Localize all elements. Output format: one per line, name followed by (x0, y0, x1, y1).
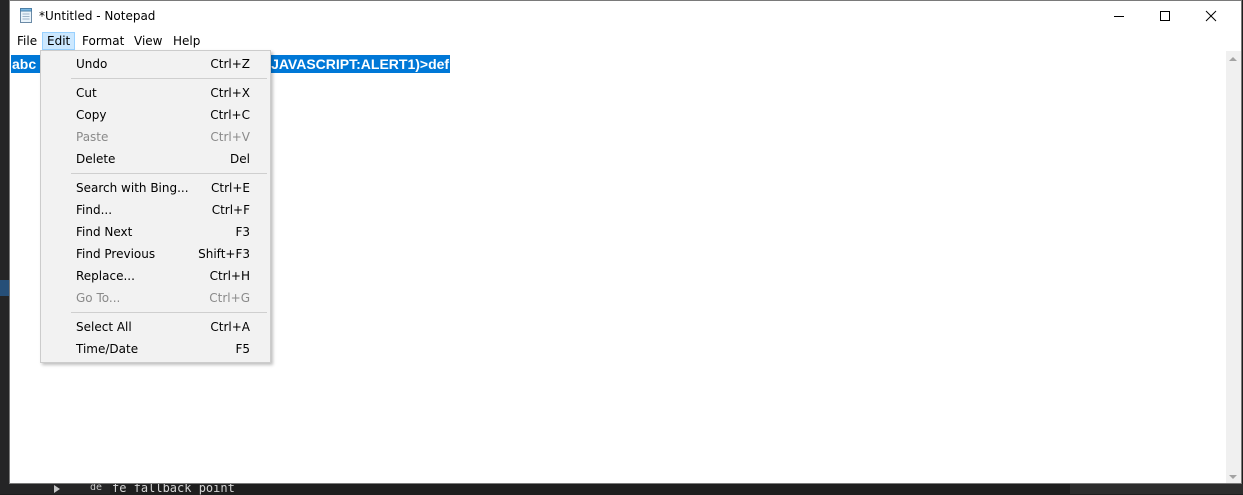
close-button[interactable] (1188, 1, 1234, 31)
menu-item-label: Find... (76, 203, 113, 217)
menu-item-shortcut: Ctrl+A (210, 320, 250, 334)
menu-item-label: Find Previous (76, 247, 156, 261)
menu-item-label: Go To... (76, 291, 121, 305)
menu-item-copy[interactable]: Copy Ctrl+C (42, 104, 269, 126)
window-title: *Untitled - Notepad (39, 9, 156, 23)
menu-item-paste: Paste Ctrl+V (42, 126, 269, 148)
menu-item-delete[interactable]: Delete Del (42, 148, 269, 170)
menu-format[interactable]: Format (77, 32, 129, 50)
menu-item-label: Copy (76, 108, 107, 122)
menu-item-shortcut: Ctrl+G (209, 291, 250, 305)
menu-item-replace[interactable]: Replace... Ctrl+H (42, 265, 269, 287)
menu-item-label: Time/Date (76, 342, 139, 356)
menu-item-find-next[interactable]: Find Next F3 (42, 221, 269, 243)
menu-item-shortcut: F3 (235, 225, 250, 239)
menu-item-label: Search with Bing... (76, 181, 189, 195)
close-icon (1205, 10, 1217, 22)
menu-item-shortcut: Ctrl+C (210, 108, 250, 122)
menu-item-search-with-bing[interactable]: Search with Bing... Ctrl+E (42, 177, 269, 199)
menu-item-shortcut: Del (230, 152, 250, 166)
menu-edit[interactable]: Edit (42, 32, 76, 50)
background-editor-gutter (0, 0, 9, 494)
scroll-up-icon[interactable] (1229, 57, 1237, 61)
menu-separator (71, 312, 267, 313)
menu-item-label: Paste (76, 130, 109, 144)
title-bar[interactable]: *Untitled - Notepad (10, 1, 1241, 31)
menu-item-shortcut: Ctrl+H (209, 269, 250, 283)
notepad-icon (20, 8, 32, 23)
menu-item-shortcut: Ctrl+V (210, 130, 250, 144)
vertical-scrollbar[interactable] (1226, 51, 1241, 483)
menu-item-label: Cut (76, 86, 97, 100)
background-selection-marker (0, 280, 9, 296)
menu-item-shortcut: Ctrl+F (211, 203, 250, 217)
menu-item-cut[interactable]: Cut Ctrl+X (42, 82, 269, 104)
menu-item-undo[interactable]: Undo Ctrl+Z (42, 53, 269, 75)
background-editor-line: de fe fallback point (0, 481, 1243, 495)
menu-item-shortcut: Shift+F3 (198, 247, 250, 261)
scroll-down-icon[interactable] (1229, 475, 1237, 479)
menu-bar: File Edit Format View Help (10, 31, 1241, 51)
menu-view[interactable]: View (129, 32, 167, 50)
minimize-icon (1114, 16, 1124, 17)
menu-item-shortcut: F5 (235, 342, 250, 356)
menu-item-time-date[interactable]: Time/Date F5 (42, 338, 269, 360)
menu-item-shortcut: Ctrl+X (210, 86, 250, 100)
menu-item-find[interactable]: Find... Ctrl+F (42, 199, 269, 221)
menu-item-label: Find Next (76, 225, 133, 239)
maximize-icon (1160, 11, 1170, 21)
menu-item-label: Select All (76, 320, 132, 334)
minimize-button[interactable] (1096, 1, 1142, 31)
menu-item-label: Delete (76, 152, 116, 166)
expand-arrow-icon[interactable] (54, 485, 60, 493)
menu-item-select-all[interactable]: Select All Ctrl+A (42, 316, 269, 338)
menu-separator (71, 173, 267, 174)
edit-menu-dropdown: Undo Ctrl+Z Cut Ctrl+X Copy Ctrl+C Paste… (40, 50, 271, 363)
menu-item-label: Undo (76, 57, 108, 71)
menu-help[interactable]: Help (168, 32, 205, 50)
menu-item-label: Replace... (76, 269, 135, 283)
menu-file[interactable]: File (12, 32, 42, 50)
menu-item-shortcut: Ctrl+Z (210, 57, 250, 71)
background-panel (1070, 484, 1243, 494)
menu-item-go-to: Go To... Ctrl+G (42, 287, 269, 309)
menu-item-shortcut: Ctrl+E (211, 181, 250, 195)
menu-separator (71, 78, 267, 79)
maximize-button[interactable] (1142, 1, 1188, 31)
menu-item-find-previous[interactable]: Find Previous Shift+F3 (42, 243, 269, 265)
